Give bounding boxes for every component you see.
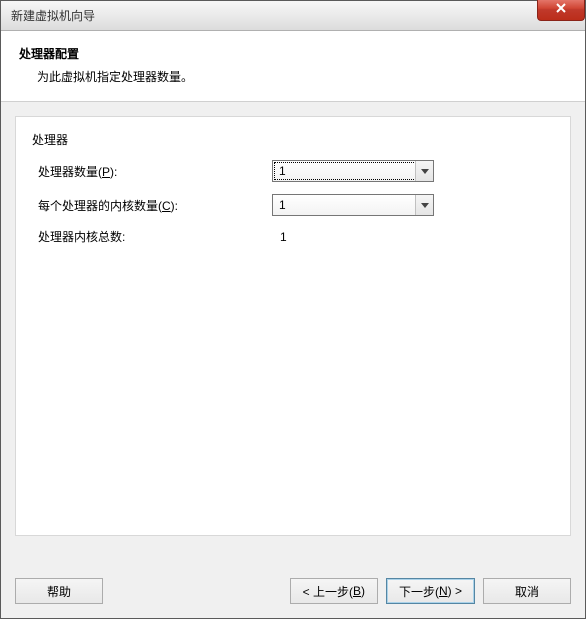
chevron-down-icon <box>415 161 433 181</box>
total-cores-row: 处理器内核总数: 1 <box>32 228 554 245</box>
processor-group: 处理器 处理器数量(P): 1 每个处理器的内核数量(C): 1 <box>15 116 571 536</box>
cores-per-processor-row: 每个处理器的内核数量(C): 1 <box>32 194 554 216</box>
back-button[interactable]: < 上一步(B) <box>290 578 378 604</box>
content-area: 处理器 处理器数量(P): 1 每个处理器的内核数量(C): 1 <box>1 102 585 566</box>
page-subtitle: 为此虚拟机指定处理器数量。 <box>37 68 567 85</box>
button-bar: 帮助 < 上一步(B) 下一步(N) > 取消 <box>1 566 585 618</box>
close-button[interactable] <box>537 0 585 21</box>
wizard-header: 处理器配置 为此虚拟机指定处理器数量。 <box>1 31 585 102</box>
total-cores-value: 1 <box>272 230 287 244</box>
processor-count-row: 处理器数量(P): 1 <box>32 160 554 182</box>
total-cores-label: 处理器内核总数: <box>32 228 272 245</box>
chevron-down-icon <box>415 195 433 215</box>
titlebar: 新建虚拟机向导 <box>1 1 585 31</box>
wizard-window: 新建虚拟机向导 处理器配置 为此虚拟机指定处理器数量。 处理器 处理器数量(P)… <box>0 0 586 619</box>
group-label: 处理器 <box>32 131 554 148</box>
close-icon <box>555 2 567 17</box>
help-button[interactable]: 帮助 <box>15 578 103 604</box>
processor-count-label: 处理器数量(P): <box>32 163 272 180</box>
cores-per-processor-label: 每个处理器的内核数量(C): <box>32 197 272 214</box>
processor-count-combo[interactable]: 1 <box>272 160 434 182</box>
next-button[interactable]: 下一步(N) > <box>386 578 475 604</box>
page-title: 处理器配置 <box>19 45 567 62</box>
processor-count-value: 1 <box>279 164 286 178</box>
cancel-button[interactable]: 取消 <box>483 578 571 604</box>
cores-per-processor-value: 1 <box>279 198 286 212</box>
window-title: 新建虚拟机向导 <box>11 7 95 24</box>
cores-per-processor-combo[interactable]: 1 <box>272 194 434 216</box>
